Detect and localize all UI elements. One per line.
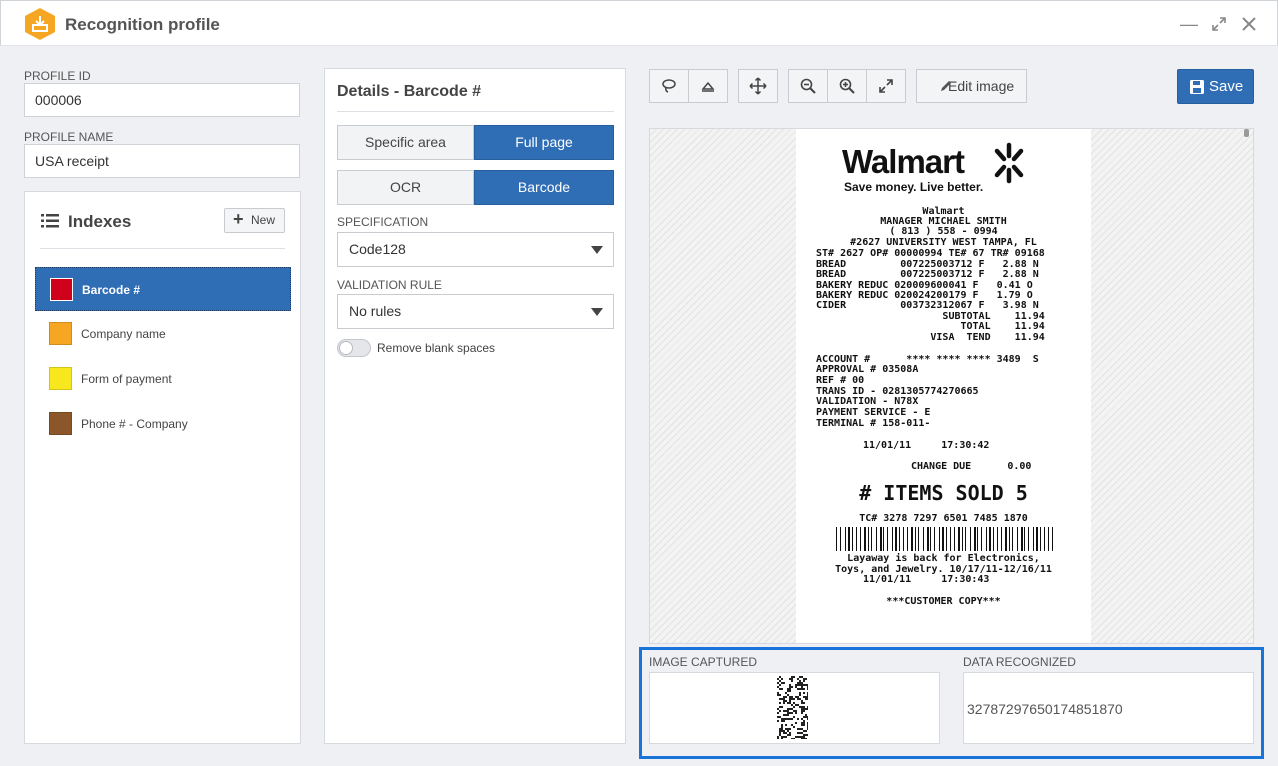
receipt-barcode — [836, 527, 1053, 551]
specific-area-option[interactable]: Specific area — [337, 125, 474, 160]
receipt-header-line: ( 813 ) 558 - 0994 — [889, 226, 998, 237]
zoom-in-icon — [839, 78, 855, 94]
eraser-tool-button[interactable] — [688, 69, 728, 103]
index-item-label: Company name — [81, 327, 166, 341]
index-item-company-name[interactable]: Company name — [35, 312, 291, 356]
receipt-items-sold: # ITEMS SOLD 5 — [859, 481, 1028, 505]
title-bar: Recognition profile — — [0, 0, 1278, 46]
index-item-barcode[interactable]: Barcode # — [35, 267, 291, 311]
receipt-customer-copy: ***CUSTOMER COPY*** — [886, 596, 1001, 607]
specification-value: Code128 — [349, 241, 406, 257]
receipt-item-line: BREAD 007225003712 F 2.88 N — [816, 269, 1039, 280]
new-index-button[interactable]: + New — [224, 208, 285, 233]
move-tool-button[interactable] — [738, 69, 778, 103]
profile-name-label: PROFILE NAME — [24, 130, 114, 144]
maximize-icon[interactable] — [1208, 13, 1230, 35]
profile-name-field[interactable]: USA receipt — [24, 144, 300, 178]
indexes-title: Indexes — [68, 212, 132, 231]
color-swatch — [49, 322, 72, 345]
receipt-header-line: #2627 UNIVERSITY WEST TAMPA, FL — [850, 237, 1037, 248]
remove-blank-toggle[interactable] — [337, 339, 371, 357]
image-captured-label: IMAGE CAPTURED — [649, 655, 758, 669]
image-viewer[interactable]: Walmart Save money. Live better. Walmart… — [649, 128, 1254, 644]
data-recognized-box: 32787297650174851870 — [963, 672, 1254, 744]
app-icon — [25, 8, 55, 40]
data-recognized-label: DATA RECOGNIZED — [963, 655, 1076, 669]
receipt-tagline: Save money. Live better. — [844, 180, 984, 194]
zoom-out-icon — [800, 78, 816, 94]
zoom-in-button[interactable] — [827, 69, 867, 103]
specification-label: SPECIFICATION — [337, 215, 429, 229]
data-recognized-value: 32787297650174851870 — [967, 701, 1123, 717]
color-swatch — [50, 278, 73, 301]
floppy-disk-icon — [1190, 80, 1204, 94]
eraser-icon — [701, 81, 715, 92]
ocr-option[interactable]: OCR — [337, 170, 474, 205]
edit-image-button[interactable]: Edit image — [916, 69, 1027, 103]
toggle-knob — [339, 341, 353, 355]
validation-rule-select[interactable]: No rules — [337, 294, 614, 329]
receipt-item-line: VISA TEND 11.94 — [816, 332, 1045, 343]
color-swatch — [49, 367, 72, 390]
profile-id-label: PROFILE ID — [24, 69, 91, 83]
specification-select[interactable]: Code128 — [337, 232, 614, 267]
barcode-option[interactable]: Barcode — [474, 170, 614, 205]
lasso-icon — [662, 79, 676, 93]
indexes-panel: Indexes + New Barcode # Company name For… — [24, 191, 301, 744]
full-page-option[interactable]: Full page — [474, 125, 614, 160]
save-button[interactable]: Save — [1177, 69, 1254, 104]
receipt-payment-line: TERMINAL # 158-011- — [816, 418, 931, 429]
walmart-spark-logo — [994, 142, 1024, 184]
caret-down-icon — [591, 246, 603, 254]
details-panel: Details - Barcode # Specific area Full p… — [324, 68, 626, 744]
window-title: Recognition profile — [65, 15, 220, 34]
close-icon[interactable] — [1238, 13, 1260, 35]
receipt-store-line: ST# 2627 OP# 00000994 TE# 67 TR# 09168 — [816, 248, 1045, 259]
fit-screen-button[interactable] — [866, 69, 906, 103]
index-item-label: Form of payment — [81, 372, 172, 386]
pencil-icon — [941, 81, 951, 91]
color-swatch — [49, 412, 72, 435]
receipt-brand: Walmart — [842, 143, 965, 180]
receipt-image: Walmart Save money. Live better. Walmart… — [796, 129, 1091, 643]
scrollbar-thumb[interactable] — [1244, 129, 1249, 137]
edit-image-label: Edit image — [948, 78, 1015, 94]
image-captured-box — [649, 672, 940, 744]
details-title: Details - Barcode # — [337, 83, 482, 100]
index-item-form-of-payment[interactable]: Form of payment — [35, 357, 291, 401]
receipt-payment-line: VALIDATION - N78X — [816, 396, 919, 407]
receipt-datetime: 11/01/11 17:30:42 — [863, 440, 990, 451]
index-item-label: Phone # - Company — [81, 417, 188, 431]
index-item-label: Barcode # — [82, 283, 141, 297]
plus-icon: + — [233, 209, 244, 229]
receipt-payment-line: APPROVAL # 03508A — [816, 364, 919, 375]
move-icon — [749, 77, 767, 95]
zoom-out-button[interactable] — [788, 69, 828, 103]
receipt-footer-line: 11/01/11 17:30:43 — [863, 574, 990, 585]
divider — [40, 248, 285, 249]
remove-blank-label: Remove blank spaces — [377, 341, 496, 355]
list-icon — [41, 214, 59, 228]
receipt-change-due: CHANGE DUE 0.00 — [911, 461, 1032, 472]
lasso-tool-button[interactable] — [649, 69, 689, 103]
receipt-item-line: TOTAL 11.94 — [816, 321, 1045, 332]
receipt-footer-line: Layaway is back for Electronics, — [847, 553, 1040, 564]
receipt-item-line: CIDER 003732312067 F 3.98 N — [816, 300, 1039, 311]
receipt-tc-line: TC# 3278 7297 6501 7485 1870 — [859, 513, 1028, 524]
index-item-phone-company[interactable]: Phone # - Company — [35, 402, 291, 446]
validation-rule-label: VALIDATION RULE — [337, 278, 442, 292]
new-index-label: New — [251, 213, 276, 227]
caret-down-icon — [591, 308, 603, 316]
divider — [337, 111, 614, 112]
save-label: Save — [1209, 78, 1244, 95]
validation-rule-value: No rules — [349, 303, 402, 319]
receipt-payment-line: REF # 00 — [816, 375, 865, 386]
minimize-icon[interactable]: — — [1178, 13, 1200, 35]
captured-thumbnail — [777, 676, 808, 739]
expand-icon — [879, 79, 893, 93]
receipt-payment-line: PAYMENT SERVICE - E — [816, 407, 931, 418]
profile-id-field[interactable]: 000006 — [24, 83, 300, 117]
